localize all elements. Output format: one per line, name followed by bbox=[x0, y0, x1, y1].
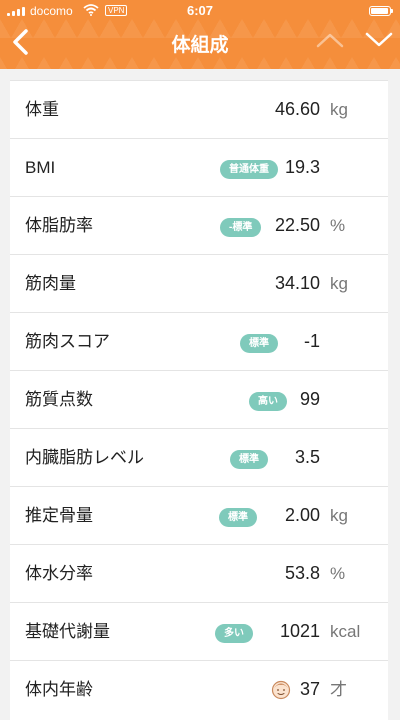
status-badge: 標準 bbox=[240, 334, 278, 353]
list-item-body-fat: 体脂肪率 -標準 22.50 % bbox=[10, 196, 388, 253]
row-value: 3.5 bbox=[294, 447, 320, 467]
row-label: 筋肉スコア bbox=[25, 332, 110, 351]
list-item-body-age: 体内年齢 37 才 bbox=[10, 660, 388, 717]
row-label: 筋質点数 bbox=[25, 390, 93, 409]
row-unit: kg bbox=[330, 100, 348, 119]
list-item-muscle-score: 筋肉スコア 標準 -1 bbox=[10, 312, 388, 369]
status-badge: 標準 bbox=[219, 508, 257, 527]
row-label: BMI bbox=[25, 158, 56, 177]
row-value: 99 bbox=[299, 389, 320, 409]
list-item-muscle-mass: 筋肉量 34.10 kg bbox=[10, 254, 388, 311]
list-item-weight: 体重 46.60 kg bbox=[10, 80, 388, 137]
status-badge: 普通体重 bbox=[220, 160, 278, 179]
list-item-muscle-quality: 筋質点数 高い 99 bbox=[10, 370, 388, 427]
row-unit: kg bbox=[330, 274, 348, 293]
clock: 6:07 bbox=[186, 3, 214, 18]
row-label: 筋肉量 bbox=[25, 274, 76, 293]
list-item-visceral-fat: 内臓脂肪レベル 標準 3.5 bbox=[10, 428, 388, 485]
list-item-bone-mass: 推定骨量 標準 2.00 kg bbox=[10, 486, 388, 543]
row-unit: % bbox=[330, 216, 346, 235]
row-value: 34.10 bbox=[274, 273, 320, 293]
body-composition-list: 体重 46.60 kg BMI 普通体重 19.3 体脂肪率 -標準 22.50… bbox=[10, 80, 388, 720]
row-unit: kcal bbox=[330, 622, 361, 641]
row-value: 2.00 bbox=[284, 505, 320, 525]
face-icon bbox=[271, 680, 291, 700]
status-badge: 多い bbox=[215, 624, 253, 643]
row-unit: % bbox=[330, 564, 346, 583]
row-value: 46.60 bbox=[274, 99, 320, 119]
battery-icon bbox=[369, 6, 393, 16]
row-unit: 才 bbox=[330, 680, 347, 699]
list-item-body-water: 体水分率 53.8 % bbox=[10, 544, 388, 601]
row-label: 基礎代謝量 bbox=[25, 622, 110, 641]
status-bar: docomo VPN 6:07 bbox=[0, 0, 400, 22]
status-badge: -標準 bbox=[220, 218, 262, 237]
list-item-bmi: BMI 普通体重 19.3 bbox=[10, 138, 388, 195]
row-label: 体水分率 bbox=[25, 564, 93, 583]
row-unit: kg bbox=[330, 506, 348, 525]
row-value: 19.3 bbox=[284, 157, 320, 177]
row-label: 体内年齢 bbox=[25, 680, 93, 699]
status-badge: 標準 bbox=[230, 450, 268, 469]
next-button[interactable] bbox=[364, 30, 394, 50]
previous-button[interactable] bbox=[315, 30, 345, 50]
row-label: 体脂肪率 bbox=[25, 216, 93, 235]
row-value: 53.8 bbox=[284, 563, 320, 583]
row-value: 37 bbox=[299, 679, 320, 699]
row-label: 推定骨量 bbox=[25, 506, 93, 525]
row-value: -1 bbox=[303, 331, 320, 351]
status-badge: 高い bbox=[249, 392, 287, 411]
row-label: 体重 bbox=[25, 100, 59, 119]
row-value: 22.50 bbox=[274, 215, 320, 235]
list-item-basal-metabolism: 基礎代謝量 多い 1021 kcal bbox=[10, 602, 388, 659]
row-value: 1021 bbox=[279, 621, 320, 641]
header-bar: docomo VPN 6:07 体組成 bbox=[0, 0, 400, 69]
row-label: 内臓脂肪レベル bbox=[25, 448, 144, 467]
